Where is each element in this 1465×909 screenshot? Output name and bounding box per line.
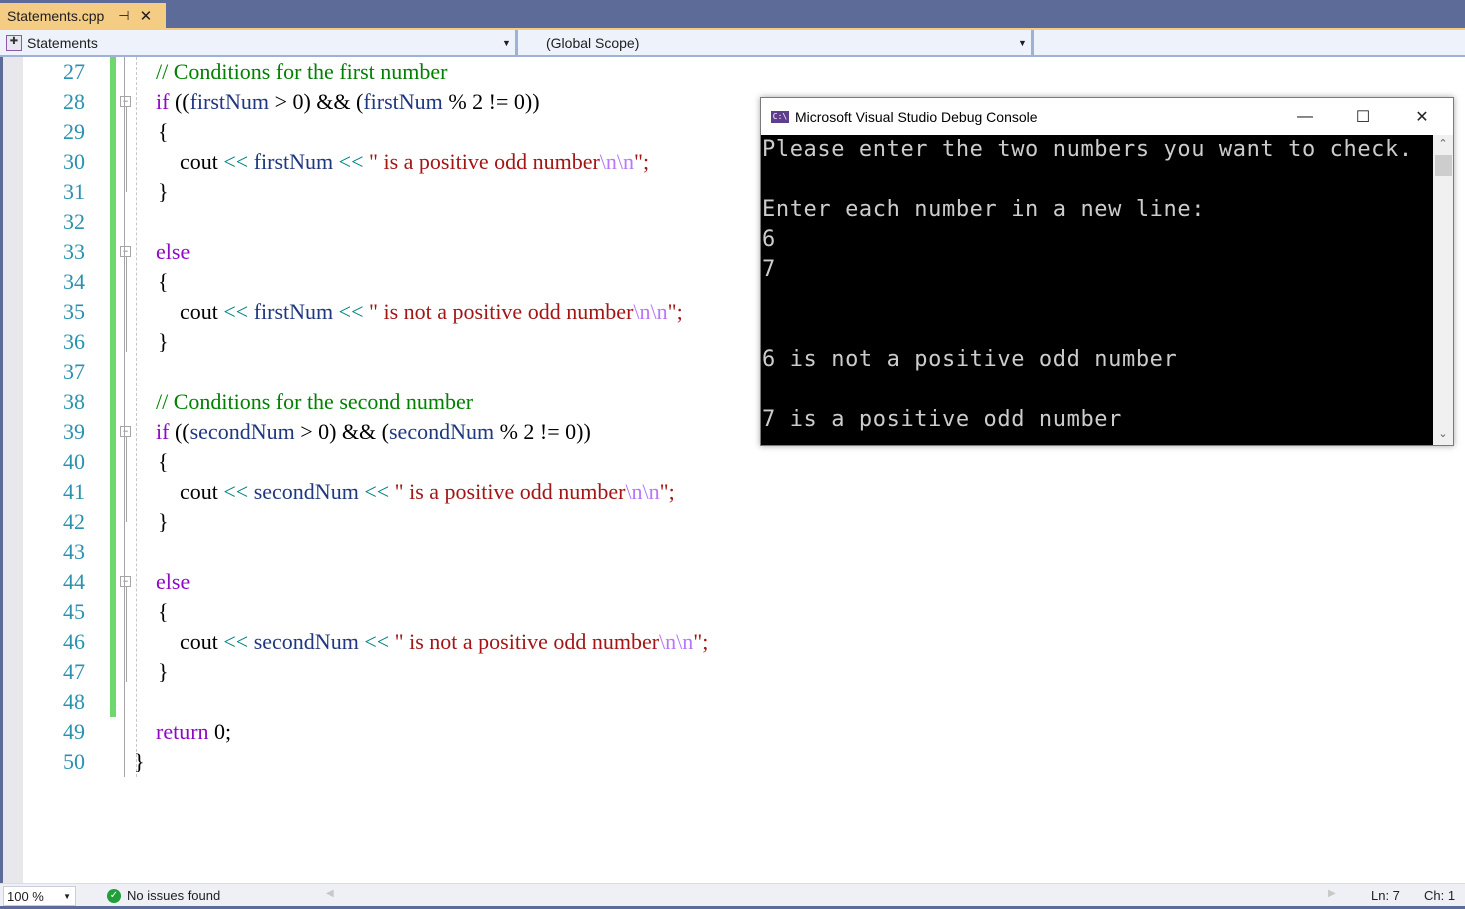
code-line: { (158, 449, 169, 474)
code-line: if ((firstNum > 0) && (firstNum % 2 != 0… (156, 89, 540, 114)
zoom-dropdown[interactable]: 100 % ▼ (3, 886, 76, 906)
console-line: 7 (762, 257, 776, 282)
console-titlebar[interactable]: C:\ Microsoft Visual Studio Debug Consol… (761, 98, 1453, 135)
navigation-bar: ✚ Statements ▼ (Global Scope) ▼ (0, 28, 1465, 57)
chevron-down-icon: ▼ (502, 38, 511, 48)
code-comment: // Conditions for the second number (156, 389, 474, 414)
line-number: 38 (63, 389, 85, 414)
code-line: else (156, 239, 191, 264)
line-number: 47 (63, 659, 85, 684)
line-number: 39 (63, 419, 85, 444)
line-number: 49 (63, 719, 85, 744)
line-number: 45 (63, 599, 85, 624)
scroll-up-icon[interactable]: ⌃ (1433, 135, 1453, 153)
nav-separator (515, 30, 518, 55)
project-icon: ✚ (6, 34, 22, 51)
code-line: return 0; (156, 719, 232, 744)
code-line: cout << firstNum << " is not a positive … (180, 299, 683, 324)
scope-dropdown[interactable]: (Global Scope) ▼ (546, 30, 1030, 55)
member-dropdown[interactable] (1036, 30, 1461, 55)
code-line: cout << secondNum << " is a positive odd… (180, 479, 675, 504)
line-number: 41 (63, 479, 85, 504)
code-line: { (158, 119, 169, 144)
code-line: } (158, 659, 169, 684)
line-number: 32 (63, 209, 85, 234)
console-line: 6 is not a positive odd number (762, 347, 1178, 372)
code-line: if ((secondNum > 0) && (secondNum % 2 !=… (156, 419, 591, 444)
line-number: 28 (63, 89, 85, 114)
code-line: { (158, 269, 169, 294)
line-number: 31 (63, 179, 85, 204)
console-line: 7 is a positive odd number (762, 407, 1122, 432)
scroll-left-icon[interactable]: ◀ (326, 888, 334, 899)
line-number: 44 (63, 569, 85, 594)
code-line: } (158, 329, 169, 354)
document-tab-bar: Statements.cpp ⊣ ✕ (0, 0, 1465, 28)
line-number: 35 (63, 299, 85, 324)
scroll-thumb[interactable] (1435, 155, 1452, 176)
code-line: } (134, 749, 145, 774)
line-number: 48 (63, 689, 85, 714)
nav-separator (1031, 30, 1034, 55)
zoom-level: 100 % (7, 888, 44, 904)
line-number: 30 (63, 149, 85, 174)
project-dropdown[interactable]: ✚ Statements ▼ (6, 30, 514, 55)
line-number: 29 (63, 119, 85, 144)
debug-console-window[interactable]: C:\ Microsoft Visual Studio Debug Consol… (760, 97, 1454, 446)
code-line: cout << firstNum << " is a positive odd … (180, 149, 650, 174)
tab-statements-cpp[interactable]: Statements.cpp ⊣ ✕ (0, 3, 166, 28)
code-line: } (158, 179, 169, 204)
line-indicator: Ln: 7 (1371, 888, 1400, 903)
pin-icon[interactable]: ⊣ (118, 8, 129, 24)
console-line: Enter each number in a new line: (762, 197, 1206, 222)
line-number: 50 (63, 749, 85, 774)
issues-indicator[interactable]: ✓ No issues found (107, 888, 220, 903)
editor-status-bar: 100 % ▼ ✓ No issues found ◀ ▶ Ln: 7 Ch: … (0, 883, 1465, 907)
code-line: else (156, 569, 191, 594)
line-number: 42 (63, 509, 85, 534)
line-number: 27 (63, 59, 85, 84)
chevron-down-icon: ▼ (63, 892, 71, 901)
line-number: 36 (63, 329, 85, 354)
line-number: 43 (63, 539, 85, 564)
chevron-down-icon: ▼ (1018, 38, 1027, 48)
console-line: 6 (762, 227, 776, 252)
line-number: 46 (63, 629, 85, 654)
line-number: 40 (63, 449, 85, 474)
minimize-icon[interactable]: — (1282, 98, 1328, 135)
line-number: 34 (63, 269, 85, 294)
scroll-right-icon[interactable]: ▶ (1328, 888, 1336, 899)
console-output[interactable]: Please enter the two numbers you want to… (761, 135, 1433, 445)
char-indicator: Ch: 1 (1424, 888, 1456, 903)
tab-filename: Statements.cpp (7, 7, 105, 24)
maximize-icon[interactable]: ☐ (1340, 98, 1386, 135)
code-line: } (158, 509, 169, 534)
line-number: 37 (63, 359, 85, 384)
close-icon[interactable]: ✕ (1399, 98, 1445, 135)
scroll-down-icon[interactable]: ⌄ (1433, 425, 1453, 443)
console-app-icon: C:\ (771, 110, 789, 123)
close-icon[interactable]: ✕ (140, 7, 153, 25)
project-name: Statements (27, 34, 98, 51)
console-line: Please enter the two numbers you want to… (762, 137, 1413, 162)
scope-name: (Global Scope) (546, 34, 640, 51)
console-scrollbar[interactable]: ⌃ ⌄ (1433, 135, 1453, 445)
issues-text: No issues found (127, 888, 221, 903)
code-line: { (158, 599, 169, 624)
console-title: Microsoft Visual Studio Debug Console (795, 108, 1038, 125)
line-number: 33 (63, 239, 85, 264)
check-circle-icon: ✓ (107, 888, 121, 903)
code-line: cout << secondNum << " is not a positive… (180, 629, 709, 654)
code-comment: // Conditions for the first number (156, 59, 448, 84)
